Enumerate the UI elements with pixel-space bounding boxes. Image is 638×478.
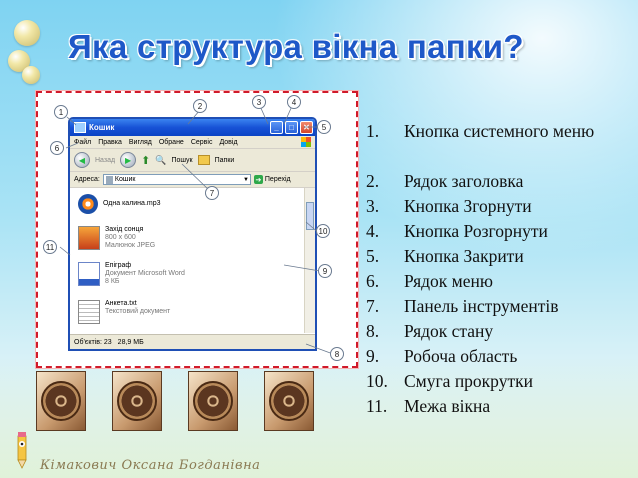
legend-item: 5. Кнопка Закрити <box>366 246 524 266</box>
callout-8: 8 <box>330 347 344 361</box>
legend-item: 6. Рядок меню <box>366 271 493 291</box>
callout-6: 6 <box>50 141 64 155</box>
film-reel-icon <box>117 381 157 421</box>
legend-item: 9. Робоча область <box>366 346 518 366</box>
legend-item: 8. Рядок стану <box>366 321 494 341</box>
film-reel-icon <box>269 381 309 421</box>
film-reel-icon <box>193 381 233 421</box>
film-reel-image[interactable] <box>188 371 238 431</box>
callout-5: 5 <box>317 120 331 134</box>
callout-11: 11 <box>43 240 57 254</box>
film-reel-image[interactable] <box>112 371 162 431</box>
film-reel-image[interactable] <box>36 371 86 431</box>
legend-item: 10. Смуга прокрутки <box>366 371 533 391</box>
pencil-mascot-icon <box>17 432 27 469</box>
legend-list: 1. Кнопка системного меню 2. Рядок заголов… <box>366 119 638 419</box>
legend-item: 1. Кнопка системного меню <box>366 121 595 141</box>
callout-7: 7 <box>205 186 219 200</box>
callout-9: 9 <box>318 264 332 278</box>
author-signature: Кімакович Оксана Богданівна <box>40 458 261 473</box>
callout-2: 2 <box>193 99 207 113</box>
legend-item: 3. Кнопка Згорнути <box>366 196 532 216</box>
callout-4: 4 <box>287 95 301 109</box>
thumbnail-row <box>36 371 314 431</box>
callout-10: 10 <box>316 224 330 238</box>
film-reel-icon <box>41 381 81 421</box>
film-reel-image[interactable] <box>264 371 314 431</box>
legend-item: 2. Рядок заголовка <box>366 171 524 191</box>
callout-1: 1 <box>54 105 68 119</box>
legend-item: 11. Межа вікна <box>366 396 491 416</box>
legend-item: 7. Панель інструментів <box>366 296 559 316</box>
callout-3: 3 <box>252 95 266 109</box>
legend-item: 4. Кнопка Розгорнути <box>366 221 548 241</box>
